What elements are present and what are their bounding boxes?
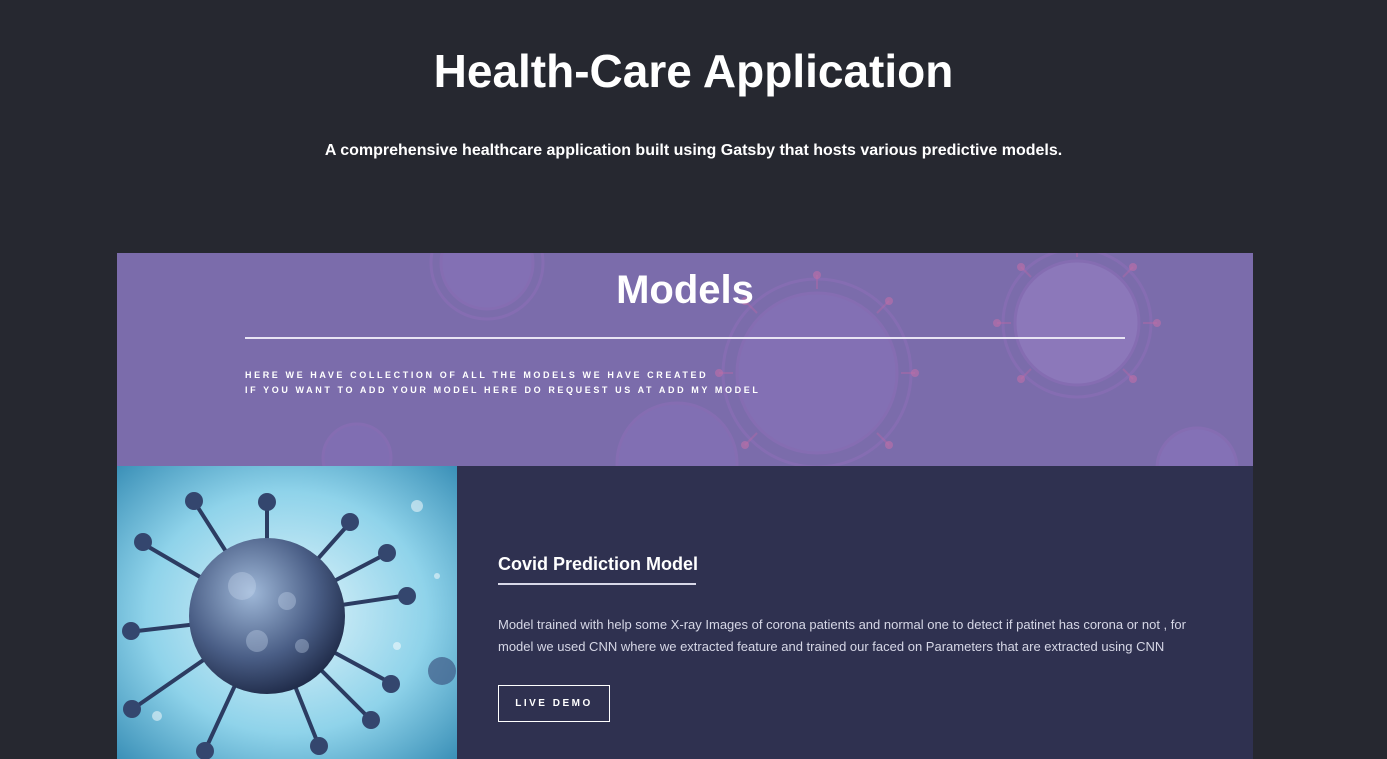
models-description-line-2: IF YOU WANT TO ADD YOUR MODEL HERE DO RE… xyxy=(245,385,761,395)
models-banner: Models HERE WE HAVE COLLECTION OF ALL TH… xyxy=(117,253,1253,466)
model-card-description: Model trained with help some X-ray Image… xyxy=(498,617,1186,654)
model-card-covid: Covid Prediction Model Model trained wit… xyxy=(117,466,1253,759)
page-title: Health-Care Application xyxy=(433,45,954,97)
live-demo-button[interactable]: LIVE DEMO xyxy=(498,685,610,722)
page: Health-Care Application A comprehensive … xyxy=(0,0,1387,759)
page-subtitle: A comprehensive healthcare application b… xyxy=(324,142,1063,159)
model-card-title: Covid Prediction Model xyxy=(498,554,699,574)
models-description: HERE WE HAVE COLLECTION OF ALL THE MODEL… xyxy=(245,368,760,398)
model-card-title-underline xyxy=(498,583,696,585)
models-heading: Models xyxy=(616,268,754,312)
coronavirus-icon xyxy=(117,466,457,759)
models-description-line-1: HERE WE HAVE COLLECTION OF ALL THE MODEL… xyxy=(245,370,709,380)
models-divider xyxy=(245,337,1125,339)
